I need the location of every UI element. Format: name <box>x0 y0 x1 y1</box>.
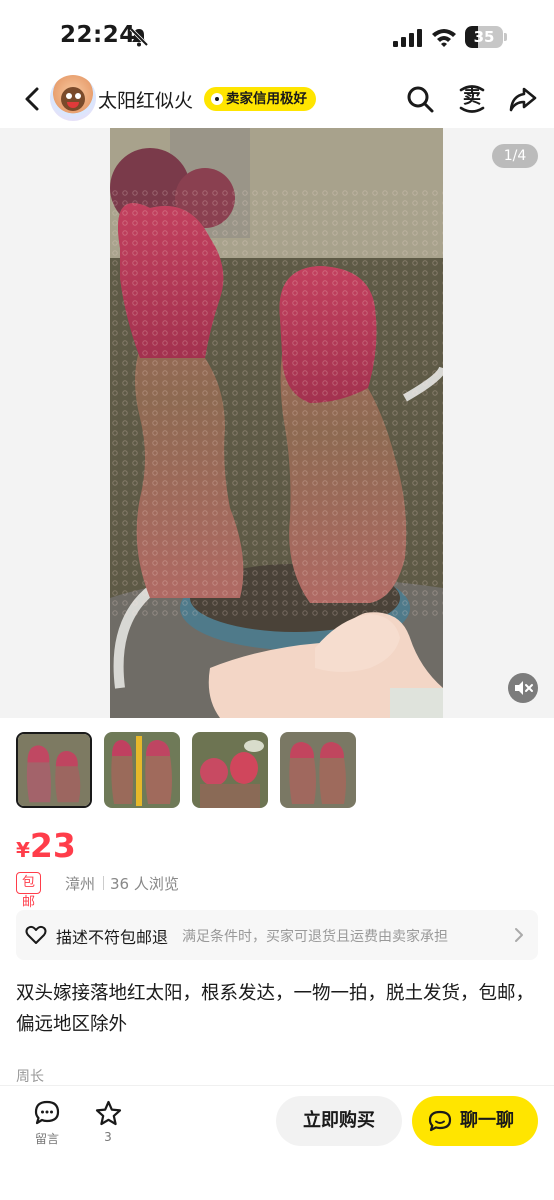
avatar-eye <box>66 93 72 99</box>
nav-bar: 太阳红似火 卖家信用极好 卖 <box>0 72 554 128</box>
seller-name[interactable]: 太阳红似火 <box>98 86 193 113</box>
thumbnail-3[interactable] <box>192 732 268 808</box>
comment-label: 留言 <box>34 1132 59 1146</box>
product-photo[interactable] <box>110 128 443 718</box>
sell-icon-char: 卖 <box>463 87 481 108</box>
chat-label: 聊一聊 <box>460 1110 514 1131</box>
battery-cap <box>504 33 507 41</box>
guarantee-title: 描述不符包邮退 <box>56 928 169 947</box>
cellular-signal-icon <box>393 29 422 47</box>
thumbnail-image <box>280 732 356 808</box>
favorite-count: 3 <box>104 1130 112 1144</box>
search-icon[interactable] <box>405 84 435 114</box>
thumbnail-2[interactable] <box>104 732 180 808</box>
avatar-eye <box>75 93 81 99</box>
bell-muted-icon <box>129 27 149 47</box>
meta-divider <box>103 876 104 890</box>
favorite-button[interactable]: 3 <box>93 1100 123 1150</box>
cactus-photo-image <box>110 128 443 718</box>
sell-icon[interactable]: 卖 <box>456 82 488 116</box>
thumbnail-image <box>18 734 90 806</box>
buy-now-button[interactable]: 立即购买 <box>276 1096 402 1146</box>
seller-credit-badge[interactable]: 卖家信用极好 <box>204 87 316 111</box>
battery-level-text: 35 <box>473 28 495 46</box>
chat-button[interactable]: 聊一聊 <box>412 1096 538 1146</box>
free-shipping-tag: 包邮 <box>16 872 42 910</box>
comment-icon <box>34 1100 60 1125</box>
back-icon[interactable] <box>18 84 46 114</box>
status-time: 22:24 <box>60 22 136 48</box>
product-price: ¥23 <box>16 826 76 865</box>
price-currency: ¥ <box>16 838 30 862</box>
chat-icon <box>428 1110 452 1132</box>
product-media[interactable]: 1/4 <box>0 128 554 718</box>
guarantee-row[interactable]: 描述不符包邮退 满足条件时，买家可退货且运费由卖家承担 <box>16 910 538 960</box>
guarantee-description: 满足条件时，买家可退货且运费由卖家承担 <box>182 929 448 945</box>
product-description: 双头嫁接落地红太阳，根系发达，一物一拍，脱土发货，包邮，偏远地区除外 <box>16 983 535 1035</box>
mute-button[interactable] <box>508 673 538 703</box>
comment-button[interactable]: 留言 <box>30 1100 64 1150</box>
wifi-icon <box>432 29 456 47</box>
author-name: 周长 <box>16 1069 44 1085</box>
star-icon <box>95 1100 122 1126</box>
share-icon[interactable] <box>508 84 538 114</box>
credit-dot-icon <box>211 93 223 105</box>
thumbnail-image <box>192 732 268 808</box>
thumbnail-image <box>104 732 180 808</box>
chevron-right-icon <box>515 928 523 942</box>
battery-body: 35 <box>465 26 503 48</box>
seller-avatar[interactable] <box>50 75 96 121</box>
heart-icon <box>25 925 47 944</box>
status-bar: 22:24 35 <box>0 0 554 72</box>
bottom-action-bar: 留言 3 立即购买 聊一聊 <box>0 1086 554 1200</box>
speaker-muted-icon <box>515 681 533 695</box>
location-text: 漳州 <box>65 875 96 893</box>
page-indicator: 1/4 <box>492 144 538 168</box>
credit-badge-label: 卖家信用极好 <box>226 91 307 107</box>
battery-indicator: 35 <box>465 26 507 48</box>
views-count: 36 人浏览 <box>110 875 179 893</box>
price-value: 23 <box>29 826 76 865</box>
thumbnail-1[interactable] <box>16 732 92 808</box>
thumbnail-4[interactable] <box>280 732 356 808</box>
